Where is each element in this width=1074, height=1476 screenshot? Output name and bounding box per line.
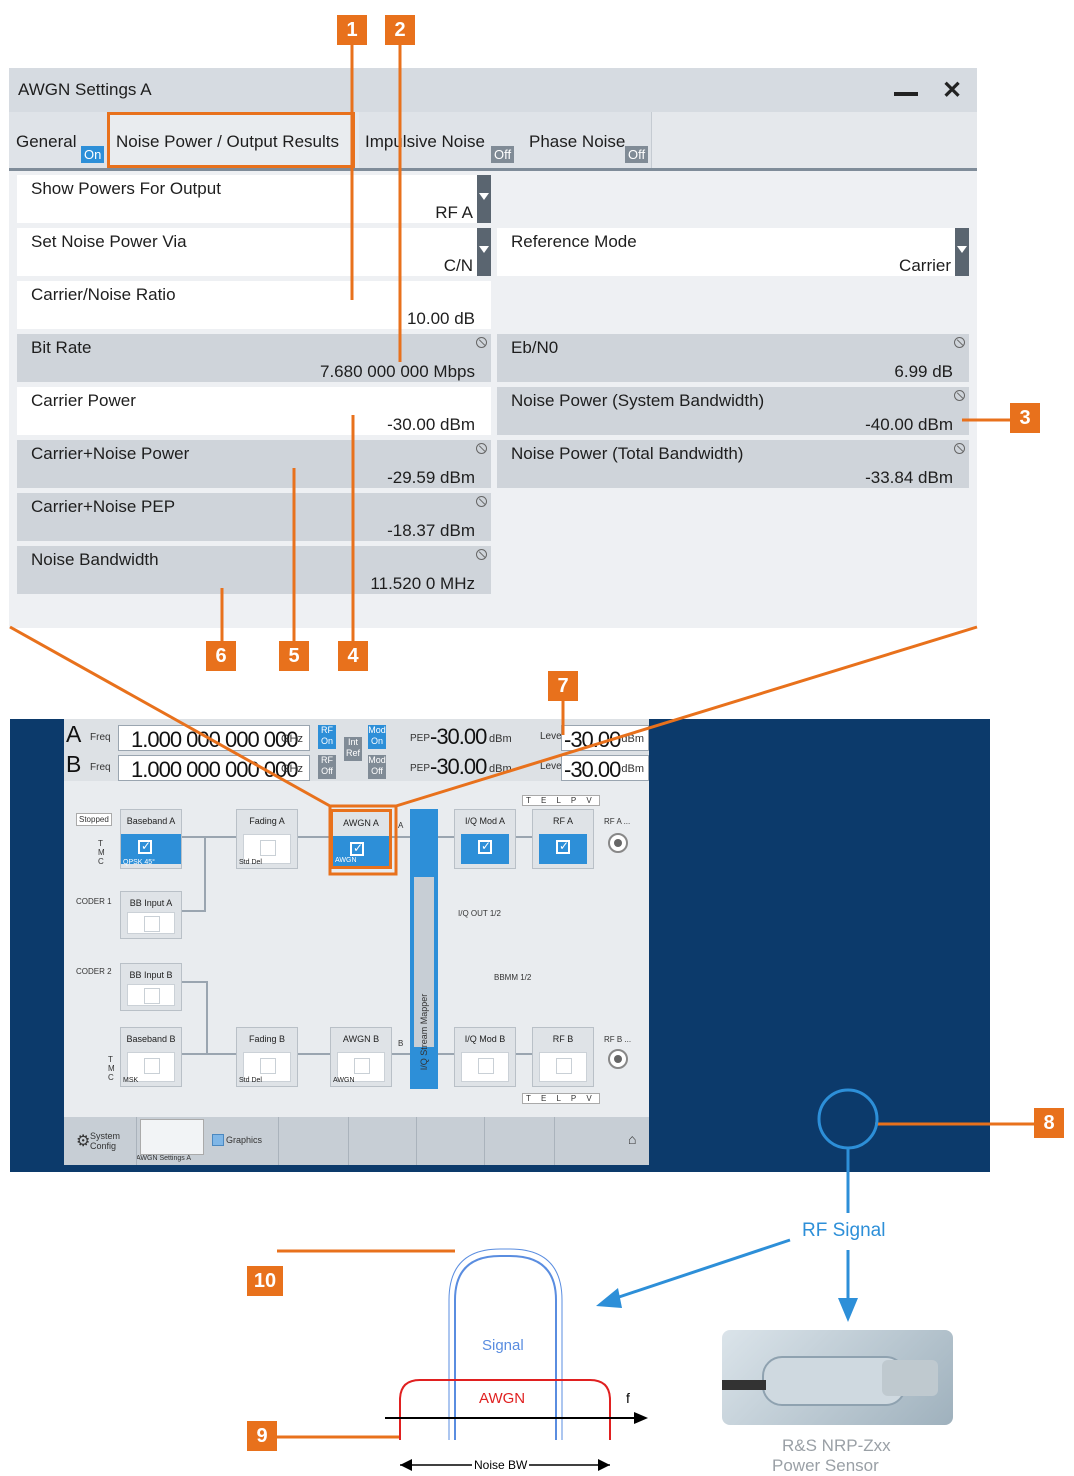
power-sensor-image <box>722 1330 953 1425</box>
callout-9: 9 <box>247 1421 277 1451</box>
noise-bw-label: Noise BW <box>472 1458 530 1472</box>
sensor-name: R&S NRP-Zxx <box>782 1436 891 1455</box>
awgn-label: AWGN <box>479 1390 526 1407</box>
sensor-type: Power Sensor <box>772 1456 879 1475</box>
callout-leader-lines <box>9 45 1034 1471</box>
callout-10: 10 <box>247 1266 283 1296</box>
signal-label: Signal <box>482 1337 524 1354</box>
rf-signal-label: RF Signal <box>802 1220 886 1242</box>
callout-8: 8 <box>1034 1108 1064 1138</box>
freq-axis-label: f <box>626 1390 630 1406</box>
